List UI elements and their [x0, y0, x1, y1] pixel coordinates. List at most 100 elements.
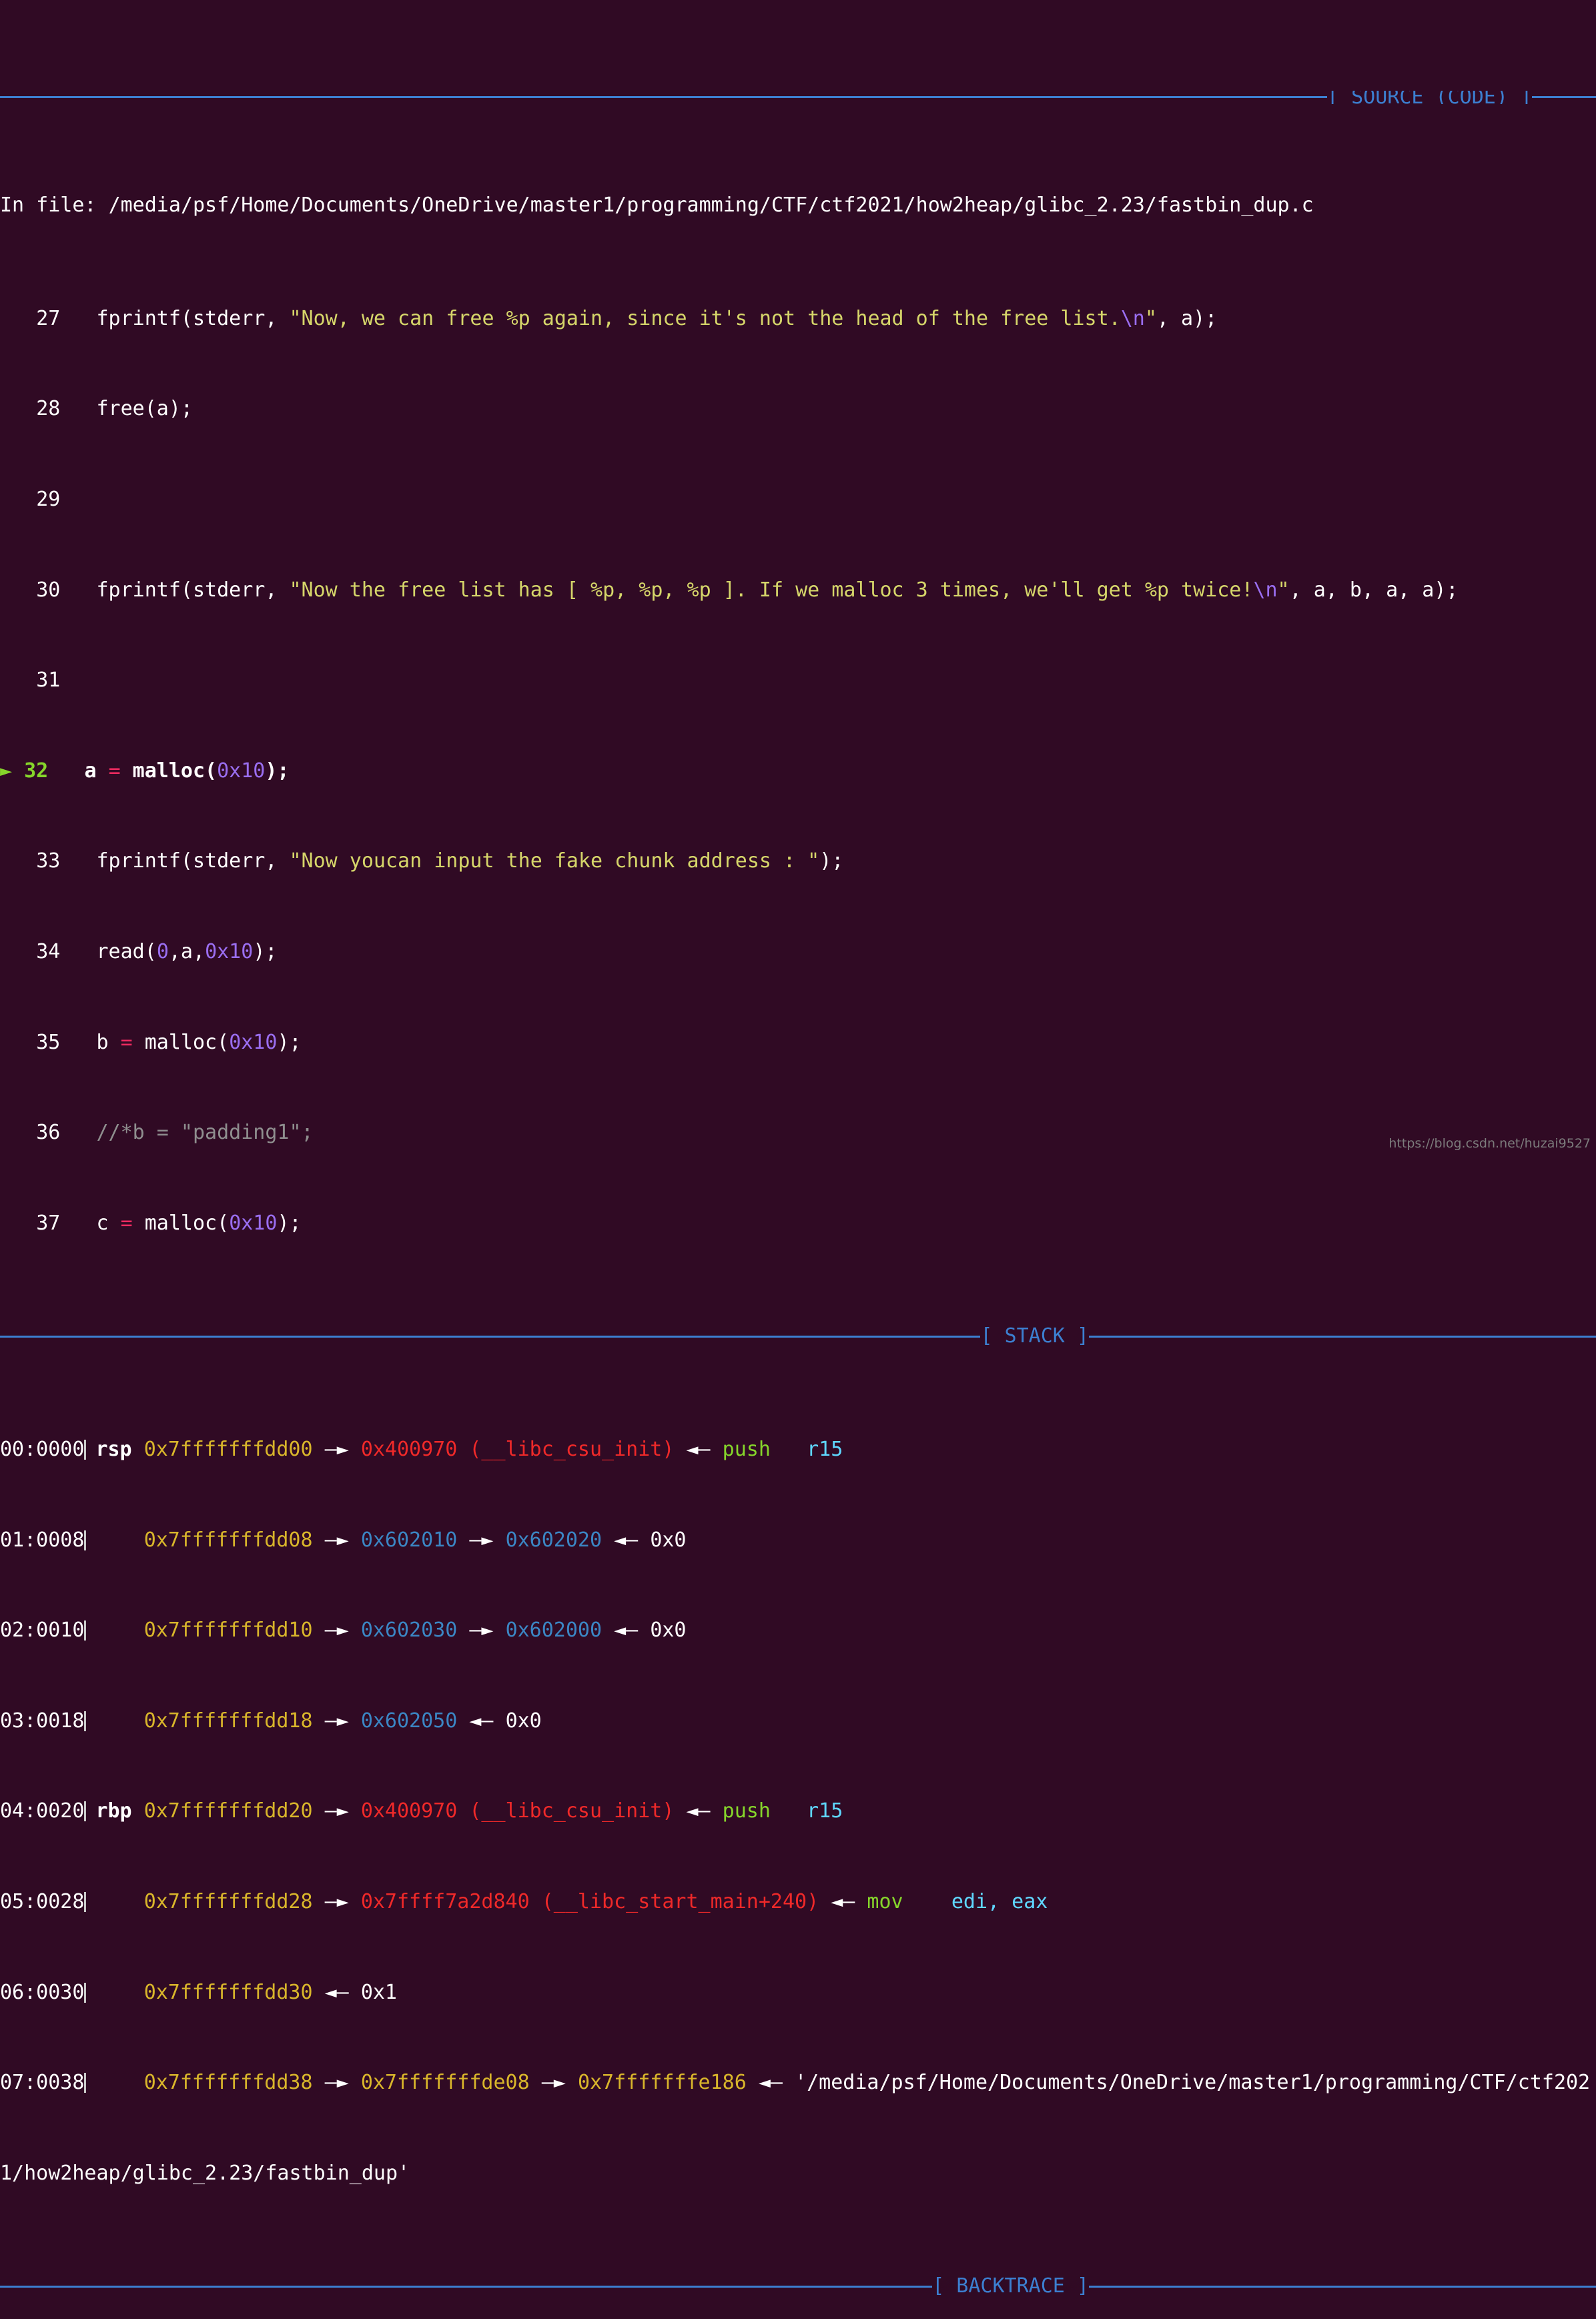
stack-row-index: 03:0018 — [0, 1709, 85, 1733]
source-file-line: In file: /media/psf/Home/Documents/OneDr… — [0, 194, 1596, 217]
stack-row-target: 0x7ffff7a2d840 (__libc_start_main+240) — [360, 1889, 819, 1913]
arrow-right-icon: —► — [324, 1799, 349, 1823]
backtrace-section-header: [ BACKTRACE ] — [0, 2275, 1596, 2298]
source-line-number: 28 — [36, 397, 61, 421]
source-line-number: 31 — [36, 668, 61, 692]
source-line-number: 33 — [36, 849, 61, 873]
separator-bar-right — [1532, 96, 1596, 99]
separator-bar-right — [1089, 1335, 1596, 1338]
watermark: https://blog.csdn.net/huzai9527 — [1388, 1136, 1591, 1151]
source-line-number: 36 — [36, 1121, 61, 1145]
arrow-right-icon: —► — [324, 1618, 349, 1643]
stack-divider — [84, 1801, 87, 1822]
source-line-number: 37 — [36, 1211, 61, 1235]
source-line: 34 read(0,a,0x10); — [36, 940, 278, 964]
stack-row: 07:0038 0x7fffffffdd38 —► 0x7fffffffde08… — [0, 2071, 1596, 2094]
arrow-right-icon: —► — [324, 1889, 349, 1913]
stack-divider — [84, 2073, 87, 2094]
source-line-number: 30 — [36, 578, 61, 602]
stack-row-target: 0x400970 (__libc_csu_init) — [360, 1437, 675, 1461]
source-line-number: 27 — [36, 306, 61, 330]
stack-divider — [84, 1530, 87, 1550]
stack-row: 06:0030 0x7fffffffdd30 ◄— 0x1 — [0, 1981, 1596, 2004]
stack-row: 00:0000 rsp 0x7fffffffdd00 —► 0x400970 (_… — [0, 1438, 1596, 1461]
source-line-number: 29 — [36, 487, 61, 511]
stack-row-operand: edi, eax — [951, 1889, 1048, 1913]
stack-row-index: 05:0028 — [0, 1889, 85, 1913]
stack-row-index: 07:0038 — [0, 2071, 85, 2095]
stack-row: 04:0020 rbp 0x7fffffffdd20 —► 0x400970 (_… — [0, 1800, 1596, 1823]
arrow-left-icon: ◄— — [614, 1618, 639, 1643]
arrow-left-icon: ◄— — [614, 1528, 639, 1552]
separator-bar-left — [0, 2285, 933, 2288]
stack-row-index: 06:0030 — [0, 1980, 85, 2004]
stack-row-mnemonic: push — [722, 1799, 771, 1823]
stack-row-heap-1: 0x602050 — [360, 1709, 458, 1733]
stack-row-mnemonic: push — [722, 1437, 771, 1461]
arrow-left-icon: ◄— — [686, 1799, 711, 1823]
arrow-right-icon: —► — [324, 2071, 349, 2095]
arrow-left-icon: ◄— — [469, 1709, 494, 1733]
source-line-number: 32 — [24, 759, 49, 783]
stack-section-header: [ STACK ] — [0, 1325, 1596, 1348]
stack-row-index: 04:0020 — [0, 1799, 85, 1823]
source-line: 31 — [0, 669, 1596, 692]
backtrace-section-label: [ BACKTRACE ] — [932, 2274, 1089, 2298]
source-line: 30 fprintf(stderr, "Now the free list ha… — [36, 578, 1459, 602]
source-line: 27 fprintf(stderr, "Now, we can free %p … — [36, 306, 1218, 330]
stack-row-index: 02:0010 — [0, 1618, 85, 1643]
source-line: 35 b = malloc(0x10); — [36, 1030, 302, 1054]
arrow-right-icon: —► — [324, 1709, 349, 1733]
separator-bar-left — [0, 1335, 981, 1338]
arrow-right-icon: —► — [324, 1437, 349, 1461]
source-file-prefix: In file: — [0, 193, 109, 217]
source-section-label: [ SOURCE (CODE) ] — [1326, 90, 1532, 104]
stack-row-continuation: 1/how2heap/glibc_2.23/fastbin_dup' — [0, 2162, 1596, 2185]
arrow-left-icon: ◄— — [831, 1889, 855, 1913]
arrow-right-icon: —► — [541, 2071, 566, 2095]
source-file-path: /media/psf/Home/Documents/OneDrive/maste… — [108, 193, 1314, 217]
stack-row: 02:0010 0x7fffffffdd10 —► 0x602030 —► 0x… — [0, 1619, 1596, 1642]
arrow-left-icon: ◄— — [324, 1980, 349, 2004]
source-line-current: ► 32 a = malloc(0x10); — [0, 759, 290, 783]
stack-row-address-2: 0x7fffffffde08 — [360, 2071, 530, 2095]
arrow-left-icon: ◄— — [758, 2071, 783, 2095]
stack-row-operand: r15 — [807, 1437, 843, 1461]
arrow-right-icon: —► — [469, 1528, 494, 1552]
stack-row-address: 0x7fffffffdd38 — [143, 2071, 313, 2095]
stack-row-address: 0x7fffffffdd10 — [143, 1618, 313, 1643]
stack-row-value: 0x1 — [360, 1980, 397, 2004]
terminal-window[interactable]: [ SOURCE (CODE) ] In file: /media/psf/Ho… — [0, 0, 1596, 2298]
stack-section-label: [ STACK ] — [980, 1324, 1089, 1348]
separator-bar-right — [1089, 2285, 1596, 2288]
stack-row-index: 01:0008 — [0, 1528, 85, 1552]
current-line-marker: ► — [0, 759, 13, 783]
stack-divider — [84, 1982, 87, 2003]
stack-row-string: '/media/psf/Home/Documents/OneDrive/mast… — [795, 2071, 1591, 2095]
source-line-number: 34 — [36, 940, 61, 964]
source-line: 33 fprintf(stderr, "Now youcan input the… — [36, 849, 844, 873]
source-line: 29 — [0, 488, 1596, 511]
stack-row-index: 00:0000 — [0, 1437, 85, 1461]
stack-row-address: 0x7fffffffdd08 — [143, 1528, 313, 1552]
stack-row-heap-2: 0x602000 — [505, 1618, 603, 1643]
stack-row-register: rsp — [95, 1437, 132, 1461]
stack-row-address-3: 0x7fffffffe186 — [577, 2071, 747, 2095]
stack-row: 05:0028 0x7fffffffdd28 —► 0x7ffff7a2d840… — [0, 1889, 1596, 1913]
arrow-left-icon: ◄— — [686, 1437, 711, 1461]
stack-row-heap-1: 0x602010 — [360, 1528, 458, 1552]
stack-divider — [84, 1439, 87, 1460]
stack-row-register: rbp — [95, 1799, 132, 1823]
arrow-right-icon: —► — [469, 1618, 494, 1643]
stack-row-address: 0x7fffffffdd18 — [143, 1709, 313, 1733]
stack-row: 03:0018 0x7fffffffdd18 —► 0x602050 ◄— 0x… — [0, 1709, 1596, 1733]
stack-row-mnemonic: mov — [867, 1889, 903, 1913]
stack-divider — [84, 1711, 87, 1731]
stack-row-string-cont: 1/how2heap/glibc_2.23/fastbin_dup' — [0, 2161, 410, 2185]
source-line-number: 35 — [36, 1030, 61, 1054]
stack-row-target: 0x400970 (__libc_csu_init) — [360, 1799, 675, 1823]
source-line: 28 free(a); — [36, 397, 193, 421]
stack-divider — [84, 1620, 87, 1641]
stack-row-heap-1: 0x602030 — [360, 1618, 458, 1643]
stack-row-value: 0x0 — [505, 1709, 542, 1733]
